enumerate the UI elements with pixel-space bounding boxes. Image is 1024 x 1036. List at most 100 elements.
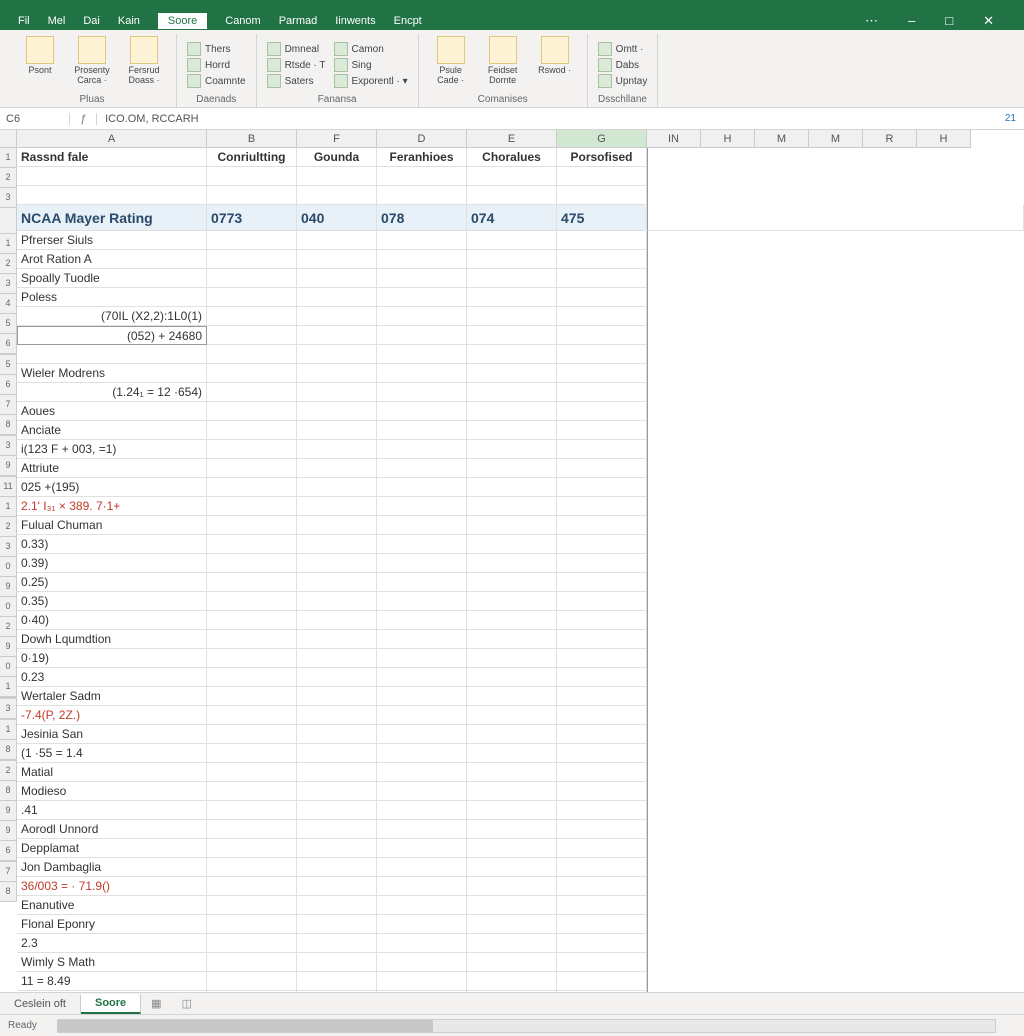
cell[interactable] (207, 991, 297, 992)
cell[interactable] (207, 573, 297, 592)
row-header[interactable]: 2 (0, 254, 17, 274)
ribbon-button[interactable]: Feidset Dornte (481, 36, 525, 94)
cell[interactable] (297, 497, 377, 516)
cell[interactable] (207, 649, 297, 668)
cell[interactable] (297, 953, 377, 972)
cell[interactable] (467, 573, 557, 592)
row-header[interactable]: 9 (0, 801, 17, 821)
cell[interactable] (207, 725, 297, 744)
row-header[interactable]: 4 (0, 294, 17, 314)
cell[interactable]: 475 (557, 205, 647, 231)
row-header[interactable]: 9 (0, 456, 17, 476)
column-header[interactable]: H (701, 130, 755, 148)
cell[interactable] (377, 668, 467, 687)
cell[interactable] (377, 972, 467, 991)
horizontal-scrollbar[interactable] (57, 1019, 996, 1033)
cell[interactable] (467, 877, 557, 896)
menu-tab-8[interactable]: Encpt (394, 15, 422, 27)
cell[interactable] (207, 820, 297, 839)
cell[interactable] (297, 573, 377, 592)
cell[interactable] (297, 186, 377, 205)
cell[interactable]: 0.35) (17, 592, 207, 611)
cell[interactable] (297, 972, 377, 991)
cell[interactable]: Wieler Modrens (17, 364, 207, 383)
cell[interactable] (297, 725, 377, 744)
cell[interactable] (557, 573, 647, 592)
cell[interactable] (557, 972, 647, 991)
cell[interactable] (377, 839, 467, 858)
row-header[interactable]: 6 (0, 334, 17, 354)
cell[interactable] (557, 687, 647, 706)
cell[interactable] (377, 630, 467, 649)
cell[interactable] (557, 269, 647, 288)
cell[interactable] (297, 554, 377, 573)
cell[interactable] (377, 459, 467, 478)
column-header[interactable]: M (809, 130, 863, 148)
cell[interactable]: 23 = 6,14 (17, 991, 207, 992)
row-header[interactable]: 2 (0, 168, 17, 188)
row-header[interactable]: 3 (0, 537, 17, 557)
row-header[interactable]: 9 (0, 637, 17, 657)
cell[interactable] (467, 516, 557, 535)
cell[interactable] (377, 706, 467, 725)
cell[interactable] (377, 725, 467, 744)
cell[interactable] (467, 288, 557, 307)
ribbon-small-button[interactable]: Camon (334, 42, 408, 56)
cell[interactable] (297, 364, 377, 383)
cell[interactable] (297, 858, 377, 877)
row-header[interactable]: 2 (0, 761, 17, 781)
cell[interactable] (377, 421, 467, 440)
row-header[interactable]: 7 (0, 395, 17, 415)
row-header[interactable]: 0 (0, 597, 17, 617)
cell[interactable]: 0.23 (17, 668, 207, 687)
ribbon-small-button[interactable]: Dmneal (267, 42, 326, 56)
cell[interactable] (17, 167, 207, 186)
cell[interactable] (207, 896, 297, 915)
column-header[interactable]: B (207, 130, 297, 148)
cell[interactable] (557, 858, 647, 877)
row-header[interactable]: 3 (0, 436, 17, 456)
cell[interactable] (297, 402, 377, 421)
cell[interactable] (467, 535, 557, 554)
cell[interactable] (557, 934, 647, 953)
cell[interactable] (377, 326, 467, 345)
cell[interactable] (467, 167, 557, 186)
cell[interactable] (467, 820, 557, 839)
cell[interactable]: Poless (17, 288, 207, 307)
cell[interactable] (297, 250, 377, 269)
cell[interactable] (377, 554, 467, 573)
cell[interactable] (557, 402, 647, 421)
cell[interactable] (467, 421, 557, 440)
cell[interactable] (467, 896, 557, 915)
cell[interactable] (467, 345, 557, 364)
cell[interactable] (467, 269, 557, 288)
cell[interactable]: 040 (297, 205, 377, 231)
cell[interactable] (557, 744, 647, 763)
cell[interactable] (297, 649, 377, 668)
cell[interactable]: 11 = 8.49 (17, 972, 207, 991)
cell[interactable] (297, 839, 377, 858)
cell[interactable] (377, 763, 467, 782)
cell[interactable] (557, 801, 647, 820)
cell[interactable] (467, 250, 557, 269)
row-header[interactable]: 2 (0, 517, 17, 537)
cell[interactable]: 078 (377, 205, 467, 231)
cell[interactable] (207, 630, 297, 649)
row-header[interactable]: 8 (0, 781, 17, 801)
cell[interactable]: NCAA Mayer Rating (17, 205, 207, 231)
fx-icon[interactable]: ƒ (70, 113, 97, 125)
ribbon-small-button[interactable]: Thers (187, 42, 246, 56)
cell[interactable]: Fulual Chuman (17, 516, 207, 535)
cell[interactable] (297, 307, 377, 326)
select-all-corner[interactable] (0, 130, 17, 148)
cell[interactable] (377, 592, 467, 611)
minimize-icon[interactable]: – (908, 13, 915, 29)
cell[interactable] (557, 877, 647, 896)
cell[interactable] (467, 668, 557, 687)
cell[interactable] (557, 478, 647, 497)
cell[interactable] (557, 440, 647, 459)
cell[interactable] (467, 687, 557, 706)
cell[interactable] (207, 307, 297, 326)
cell[interactable] (467, 972, 557, 991)
cell[interactable] (467, 383, 557, 402)
